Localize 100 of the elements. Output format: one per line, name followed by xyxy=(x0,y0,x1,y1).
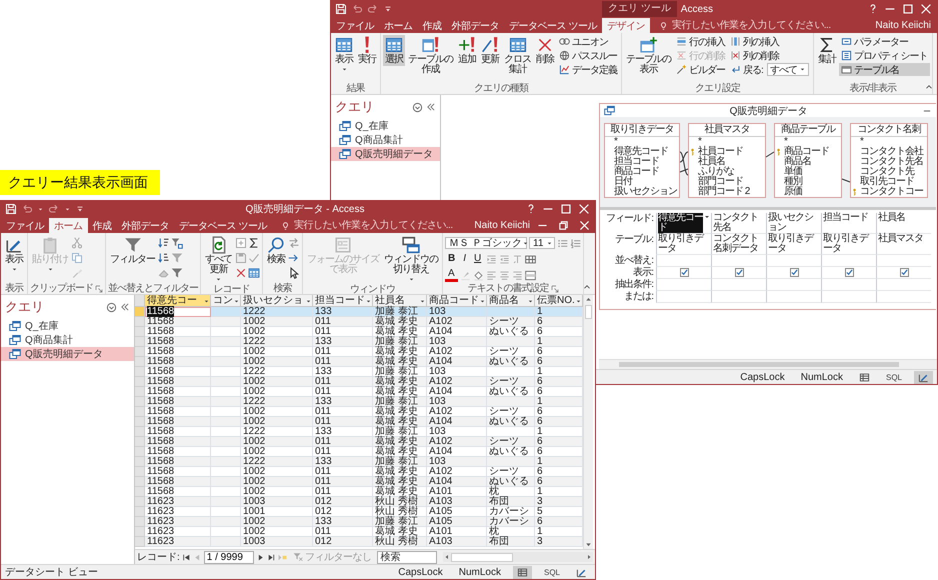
table-icon[interactable] xyxy=(248,267,260,279)
select-all-corner[interactable] xyxy=(135,295,145,307)
grid-table-value[interactable]: コンタクト名刺データ xyxy=(711,234,766,255)
close-icon[interactable] xyxy=(578,218,591,232)
table-row[interactable]: 11568 1222 133 加藤 泰江 103 1 xyxy=(135,427,583,437)
ribbon-tab[interactable]: データベース ツール xyxy=(504,18,602,33)
grid-cell[interactable] xyxy=(876,255,931,267)
first-record-icon[interactable] xyxy=(182,552,191,562)
ribbon-button[interactable]: 列の削除 xyxy=(728,49,811,62)
field-name[interactable]: 取引先コード xyxy=(860,177,914,187)
restore-icon[interactable] xyxy=(557,218,570,232)
grid-table-value[interactable]: 社員マスタ xyxy=(876,234,931,255)
field-name[interactable]: * xyxy=(614,137,617,147)
grid-cell[interactable] xyxy=(711,279,766,291)
ribbon-button[interactable]: 表示 xyxy=(3,235,25,274)
filter-toggle-icon[interactable] xyxy=(171,252,183,264)
grid-table-value[interactable]: 取り引きデータ xyxy=(766,234,821,255)
customize-icon[interactable] xyxy=(75,204,85,214)
undo-icon[interactable] xyxy=(351,3,363,15)
view-button[interactable] xyxy=(914,370,933,384)
align-center-icon[interactable] xyxy=(498,270,510,280)
field-name[interactable]: 社員名 xyxy=(698,157,725,167)
field-name[interactable]: * xyxy=(784,137,787,147)
table-row[interactable]: 11568 1002 011 葛城 孝史 A102 シーツ 6 xyxy=(135,437,583,447)
table-row[interactable]: 11623 1003 012 秋山 秀樹 A103 布団 3 xyxy=(135,497,583,507)
field-name[interactable]: 部門コード 2 xyxy=(698,187,750,197)
scroll-right-icon[interactable] xyxy=(585,553,593,561)
checkbox[interactable] xyxy=(900,268,909,277)
ribbon-button[interactable]: 実行 xyxy=(356,35,378,66)
ribbon-button[interactable]: 表示 xyxy=(333,35,355,74)
highlighter-icon[interactable] xyxy=(460,270,471,280)
nav-item[interactable]: Q販売明細データ xyxy=(1,347,134,361)
ribbon-button[interactable]: パラメーター xyxy=(838,35,930,48)
ribbon-button[interactable]: テーブルの 表示 xyxy=(624,35,673,76)
ribbon-button[interactable]: すべて 更新 xyxy=(203,235,234,284)
grid-cell[interactable] xyxy=(711,255,766,267)
scissors-icon[interactable] xyxy=(71,237,83,249)
ribbon-button[interactable]: 列の挿入 xyxy=(728,35,811,48)
ribbon-button[interactable]: 集計 xyxy=(816,35,838,66)
table-row[interactable]: 11568 1002 011 葛城 孝史 A102 シーツ 6 xyxy=(135,317,583,327)
horizontal-scrollbar[interactable] xyxy=(599,359,937,369)
cursor-icon[interactable] xyxy=(288,267,300,279)
alternate-row-fill-icon[interactable] xyxy=(524,270,536,280)
sigma-icon[interactable] xyxy=(248,237,260,249)
redo-icon[interactable] xyxy=(48,203,60,215)
ribbon-button[interactable]: パススルー xyxy=(557,49,619,62)
field-name[interactable]: コンタクト先 xyxy=(860,167,914,177)
nav-item[interactable]: Q販売明細データ xyxy=(331,147,440,161)
column-header[interactable]: 商品名 xyxy=(487,295,535,307)
ribbon-button[interactable]: プロパティ シート xyxy=(838,49,930,62)
outdent-icon[interactable] xyxy=(499,254,510,264)
ribbon-button[interactable]: テーブルの 作成 xyxy=(406,35,455,76)
right-arrow-icon[interactable] xyxy=(288,252,300,264)
ribbon-button[interactable]: クロス 集計 xyxy=(502,35,533,76)
table-row[interactable]: 11623 1002 011 葛城 孝史 A101 枕 1 xyxy=(135,527,583,537)
join-line[interactable] xyxy=(680,168,688,172)
table-row[interactable]: 11568 1002 011 葛城 孝史 A104 ぬいぐる 6 xyxy=(135,477,583,487)
indent-icon[interactable] xyxy=(486,254,498,264)
view-button[interactable]: SQL xyxy=(540,566,564,578)
field-name[interactable]: 扱いセクション xyxy=(614,187,677,197)
funnel-icon[interactable] xyxy=(171,267,183,279)
copy-icon[interactable] xyxy=(71,252,83,264)
ribbon-button[interactable]: 選択 xyxy=(383,35,405,66)
table-row[interactable]: 11568 1002 011 葛城 孝史 A104 ぬいぐる 6 xyxy=(135,417,583,427)
grid-cell[interactable] xyxy=(821,279,876,291)
ribbon-button[interactable]: フィルター xyxy=(108,235,157,266)
table-row[interactable]: 11568 1222 133 加藤 泰江 103 1 xyxy=(135,457,583,467)
maximize-icon[interactable] xyxy=(901,2,915,16)
column-header[interactable]: 伝票NO. xyxy=(535,295,583,307)
tell-me-search[interactable]: 実行したい作業を入力してください... xyxy=(294,218,453,232)
collapse-pane-icon[interactable] xyxy=(426,102,436,112)
chevron-circle-icon[interactable] xyxy=(412,102,423,112)
dropdown-caret-icon[interactable] xyxy=(37,206,44,212)
replace-icon[interactable] xyxy=(288,237,300,249)
ribbon-tab[interactable]: ホーム xyxy=(379,18,418,33)
field-name[interactable]: * xyxy=(860,137,863,147)
ribbon-button[interactable]: ウィンドウの 切り替え xyxy=(382,235,440,284)
scrollbar-thumb[interactable] xyxy=(585,305,592,319)
scrollbar-thumb[interactable] xyxy=(619,362,899,367)
field-name[interactable]: 部門コード xyxy=(698,177,743,187)
column-header[interactable]: 社員名 xyxy=(373,295,427,307)
checkbox[interactable] xyxy=(735,268,744,277)
dropdown-caret-icon[interactable] xyxy=(64,206,71,212)
filter-selection-icon[interactable] xyxy=(171,237,183,249)
table-row[interactable]: 11568 1222 133 加藤 泰江 103 1 xyxy=(135,397,583,407)
close-icon[interactable] xyxy=(919,2,933,16)
table-row[interactable]: 11623 1001 012 秋山 秀樹 A105 カバーシ 5 xyxy=(135,507,583,517)
nav-item[interactable]: Q_在庫 xyxy=(1,319,134,333)
undo-icon[interactable] xyxy=(21,203,33,215)
grid-cell[interactable] xyxy=(656,279,711,291)
grid-cell[interactable] xyxy=(656,255,711,267)
font-color-button[interactable]: A xyxy=(445,268,458,282)
ribbon-tab[interactable]: 外部データ xyxy=(116,218,174,233)
ribbon-button[interactable]: ビルダー xyxy=(674,63,727,76)
ribbon-button[interactable]: 追加 xyxy=(456,35,478,66)
field-name[interactable]: 得意先コード xyxy=(614,147,668,157)
table-row[interactable]: 11568 1002 011 葛城 孝史 A102 シーツ 6 xyxy=(135,407,583,417)
grid-cell[interactable] xyxy=(766,291,821,303)
table-row[interactable]: 11568 1002 011 葛城 孝史 A102 シーツ 6 xyxy=(135,467,583,477)
field-name[interactable]: 社員コード xyxy=(698,147,743,157)
